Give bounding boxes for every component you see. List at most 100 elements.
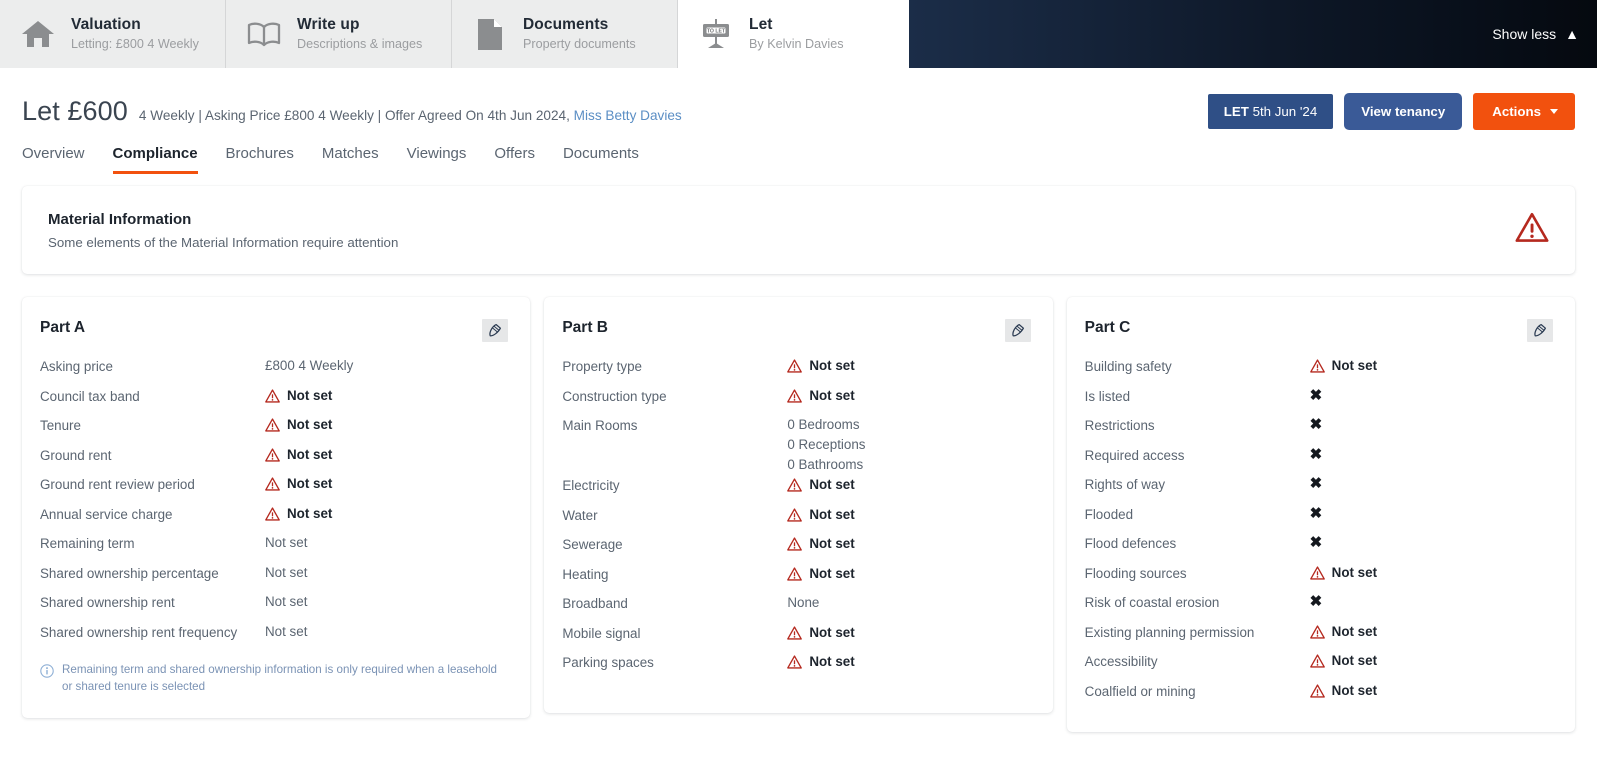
detail-row: Flood defences ✖	[1085, 533, 1553, 563]
detail-row-value-text: Not set	[1331, 623, 1378, 639]
detail-row-label: Ground rent review period	[40, 477, 195, 492]
detail-row-value-text: None	[787, 595, 820, 611]
cross-icon: ✖	[1309, 504, 1323, 522]
detail-row: Mobile signal Not set	[562, 623, 1030, 653]
detail-row-value-text: Not set	[287, 505, 333, 521]
detail-row-label: Heating	[562, 566, 609, 582]
detail-row-label: Sewerage	[562, 537, 623, 553]
detail-row: Risk of coastal erosion ✖	[1085, 592, 1553, 622]
detail-row: Building safety Not set	[1085, 356, 1553, 386]
detail-row: Remaining term Not set	[40, 533, 508, 563]
detail-row: Shared ownership rent Not set	[40, 592, 508, 622]
detail-row-value: ✖	[1310, 386, 1323, 406]
detail-row-value-text: Not set	[809, 506, 855, 522]
warning-triangle-icon	[787, 534, 803, 551]
detail-row-value: Not set	[265, 415, 332, 435]
workflow-tab-let[interactable]: TO LET Let By Kelvin Davies	[678, 0, 909, 68]
detail-row-value-lines: 0 Bedrooms 0 Receptions 0 Bathrooms	[787, 415, 865, 475]
detail-row: Heating Not set	[562, 564, 1030, 594]
detail-row-value: Not set	[787, 623, 855, 643]
material-information-subtitle: Some elements of the Material Informatio…	[48, 234, 399, 250]
detail-row: Restrictions ✖	[1085, 415, 1553, 445]
detail-row: Coalfield or mining Not set	[1085, 681, 1553, 711]
detail-row-label: Shared ownership percentage	[40, 565, 219, 581]
warning-triangle-icon	[787, 505, 803, 522]
detail-row: Accessibility Not set	[1085, 651, 1553, 681]
warning-triangle-icon	[265, 504, 280, 521]
info-circle-icon	[40, 662, 54, 678]
material-information-card: Material Information Some elements of th…	[22, 186, 1575, 274]
workflow-tab-title: Let	[749, 16, 773, 34]
detail-row-label: Tenure	[40, 418, 81, 433]
show-less-toggle[interactable]: Show less ▲	[1492, 0, 1579, 68]
tab-overview[interactable]: Overview	[22, 145, 85, 174]
edit-part-button[interactable]	[1526, 319, 1553, 342]
workflow-tab-write-up[interactable]: Write up Descriptions & images	[226, 0, 452, 68]
workflow-tab-subtitle: By Kelvin Davies	[749, 36, 844, 51]
warning-triangle-icon	[265, 445, 280, 462]
part-card-c: Part C Building safety Not set Is listed ✖ Re…	[1066, 297, 1575, 732]
detail-row-value: Not set	[265, 563, 307, 583]
detail-row-label: Building safety	[1084, 359, 1172, 374]
let-badge-date: 5th Jun '24	[1252, 104, 1318, 119]
show-less-label: Show less	[1492, 26, 1557, 42]
edit-pencil-icon	[1532, 323, 1548, 339]
detail-row-value-text: Not set	[1331, 653, 1378, 668]
detail-row: Flooded ✖	[1085, 504, 1553, 534]
view-tenancy-button[interactable]: View tenancy	[1344, 93, 1463, 130]
book-icon	[244, 14, 284, 54]
tab-compliance[interactable]: Compliance	[112, 145, 198, 174]
detail-row-label: Risk of coastal erosion	[1084, 595, 1220, 610]
detail-row-label: Asking price	[40, 359, 113, 374]
document-icon	[470, 14, 510, 54]
workflow-tab-title: Write up	[297, 16, 360, 34]
tab-viewings[interactable]: Viewings	[407, 145, 467, 174]
detail-row: Required access ✖	[1085, 445, 1553, 475]
detail-row-value: Not set	[787, 564, 855, 584]
tab-matches[interactable]: Matches	[322, 145, 379, 174]
applicant-link[interactable]: Miss Betty Davies	[574, 108, 682, 123]
detail-row-value: 0 Bedrooms 0 Receptions 0 Bathrooms	[787, 415, 865, 475]
tab-offers[interactable]: Offers	[494, 145, 535, 174]
detail-row: Main Rooms 0 Bedrooms 0 Receptions 0 Bathro…	[562, 415, 1030, 475]
detail-row-label: Water	[562, 507, 598, 523]
material-information-title: Material Information	[48, 210, 192, 228]
detail-row-value: Not set	[265, 533, 307, 553]
edit-pencil-icon	[1010, 323, 1026, 339]
warning-triangle-icon	[1309, 356, 1325, 373]
edit-part-button[interactable]	[482, 319, 509, 342]
detail-row-value-text: Not set	[809, 477, 855, 493]
detail-row-value: Not set	[787, 652, 855, 672]
tab-documents[interactable]: Documents	[563, 145, 639, 174]
detail-row-value: Not set	[787, 534, 855, 554]
detail-row: Shared ownership rent frequency Not set	[40, 622, 508, 652]
detail-row: Parking spaces Not set	[562, 652, 1030, 682]
page-title-group: Let £600 4 Weekly | Asking Price £800 4 …	[22, 96, 1208, 127]
detail-row-value-text: Not set	[265, 594, 308, 609]
detail-row: Flooding sources Not set	[1085, 563, 1553, 593]
edit-part-button[interactable]	[1004, 319, 1031, 342]
detail-row: Water Not set	[562, 505, 1030, 535]
detail-row-value: Not set	[265, 445, 332, 465]
actions-button[interactable]: Actions	[1473, 93, 1575, 130]
detail-row-value: Not set	[787, 356, 855, 376]
workflow-tab-valuation[interactable]: Valuation Letting: £800 4 Weekly	[0, 0, 226, 68]
warning-triangle-icon	[787, 386, 803, 403]
warning-triangle-icon	[1309, 563, 1325, 580]
detail-row: Broadband None	[562, 593, 1030, 623]
detail-row-value: ✖	[1310, 474, 1323, 494]
part-card-header: Part A	[40, 319, 509, 342]
tab-brochures[interactable]: Brochures	[226, 145, 294, 174]
detail-row-label: Required access	[1084, 447, 1185, 463]
workflow-tab-documents[interactable]: Documents Property documents	[452, 0, 678, 68]
detail-row-value: ✖	[1310, 415, 1323, 435]
page-title-meta-text: 4 Weekly | Asking Price £800 4 Weekly | …	[138, 108, 570, 123]
detail-row-value-text: Not set	[265, 564, 308, 580]
detail-row-value: ✖	[1310, 533, 1323, 553]
detail-row-label: Flood defences	[1084, 536, 1177, 551]
workflow-tab-text: Let By Kelvin Davies	[749, 15, 844, 52]
warning-triangle-icon	[1309, 681, 1325, 698]
part-card-note-text: Remaining term and shared ownership info…	[62, 663, 498, 693]
let-status-badge[interactable]: LET 5th Jun '24	[1207, 94, 1334, 129]
detail-row-value: ✖	[1310, 504, 1323, 524]
